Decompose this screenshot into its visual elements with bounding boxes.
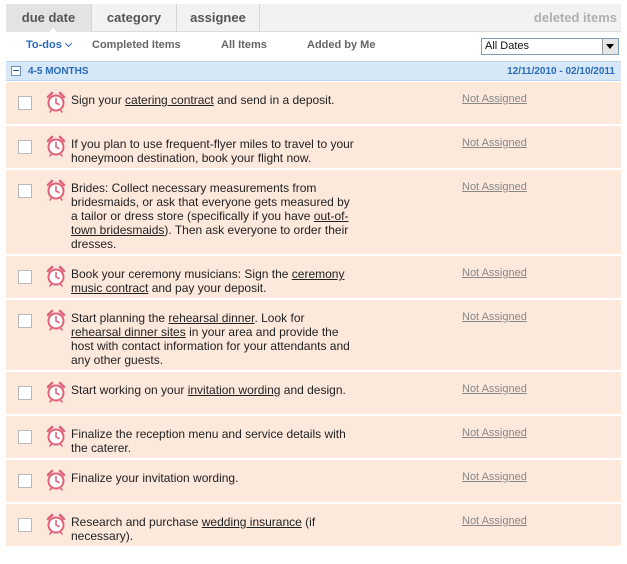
task-text: Finalize your invitation wording. xyxy=(71,471,356,485)
tab-category-label: category xyxy=(106,10,162,25)
alarm-clock-icon xyxy=(46,135,66,157)
tab-category[interactable]: category xyxy=(91,4,176,32)
assignee-link[interactable]: Not Assigned xyxy=(462,383,527,395)
task-text: Start planning the rehearsal dinner. Loo… xyxy=(71,311,356,367)
tab-assignee[interactable]: assignee xyxy=(176,4,260,32)
assignee-link[interactable]: Not Assigned xyxy=(462,427,527,439)
alarm-clock-icon xyxy=(46,381,66,403)
filter-todos[interactable]: To-dos xyxy=(26,39,72,51)
alarm-clock-icon xyxy=(46,469,66,491)
filter-added-by-me[interactable]: Added by Me xyxy=(307,39,375,51)
view-tabs-bar: due date category assignee deleted items xyxy=(6,4,621,33)
assignee-link[interactable]: Not Assigned xyxy=(462,515,527,527)
task-text-part: If you plan to use frequent-flyer miles … xyxy=(71,137,354,165)
dropdown-arrow-icon[interactable] xyxy=(602,39,618,54)
task-text: Book your ceremony musicians: Sign the c… xyxy=(71,267,356,295)
collapse-minus-icon[interactable] xyxy=(11,66,21,76)
assignee-link[interactable]: Not Assigned xyxy=(462,311,527,323)
filter-bar: To-dos Completed Items All Items Added b… xyxy=(6,33,621,60)
task-text-part: Brides: Collect necessary measurements f… xyxy=(71,181,350,223)
tab-due-date[interactable]: due date xyxy=(6,4,91,33)
task-checkbox[interactable] xyxy=(18,386,32,400)
task-text-part: Research and purchase xyxy=(71,515,202,529)
tab-due-date-label: due date xyxy=(21,10,76,25)
task-text-part: Start planning the xyxy=(71,311,169,325)
task-checkbox[interactable] xyxy=(18,270,32,284)
group-header: 4-5 MONTHS 12/11/2010 - 02/10/2011 xyxy=(6,61,621,81)
alarm-clock-icon xyxy=(46,179,66,201)
assignee-link[interactable]: Not Assigned xyxy=(462,267,527,279)
alarm-clock-icon xyxy=(46,265,66,287)
task-text: Finalize the reception menu and service … xyxy=(71,427,356,455)
task-text-part: . Look for xyxy=(254,311,305,325)
task-text-part: Start working on your xyxy=(71,383,188,397)
task-text-part: Book your ceremony musicians: Sign the xyxy=(71,267,292,281)
task-list: Sign your catering contract and send in … xyxy=(6,82,621,548)
task-checkbox[interactable] xyxy=(18,518,32,532)
task-text: Start working on your invitation wording… xyxy=(71,383,356,397)
task-link[interactable]: invitation wording xyxy=(188,383,281,397)
assignee-link[interactable]: Not Assigned xyxy=(462,93,527,105)
task-checkbox[interactable] xyxy=(18,474,32,488)
alarm-clock-icon xyxy=(46,513,66,535)
filter-todos-label: To-dos xyxy=(26,39,62,51)
alarm-clock-icon xyxy=(46,91,66,113)
task-row: Book your ceremony musicians: Sign the c… xyxy=(6,256,621,300)
date-filter-select[interactable]: All Dates xyxy=(481,38,619,55)
task-row: Finalize the reception menu and service … xyxy=(6,416,621,460)
task-link[interactable]: rehearsal dinner sites xyxy=(71,325,186,339)
chevron-down-icon xyxy=(64,39,72,48)
task-row: Finalize your invitation wording. Not As… xyxy=(6,460,621,504)
assignee-link[interactable]: Not Assigned xyxy=(462,181,527,193)
task-link[interactable]: wedding insurance xyxy=(202,515,302,529)
task-checkbox[interactable] xyxy=(18,184,32,198)
group-label: 4-5 MONTHS xyxy=(28,66,89,77)
task-checkbox[interactable] xyxy=(18,96,32,110)
task-link[interactable]: rehearsal dinner xyxy=(168,311,254,325)
assignee-link[interactable]: Not Assigned xyxy=(462,471,527,483)
task-text-part: Finalize your invitation wording. xyxy=(71,471,239,485)
alarm-clock-icon xyxy=(46,309,66,331)
task-row: Start working on your invitation wording… xyxy=(6,372,621,416)
task-row: Start planning the rehearsal dinner. Loo… xyxy=(6,300,621,372)
assignee-link[interactable]: Not Assigned xyxy=(462,137,527,149)
task-text: Sign your catering contract and send in … xyxy=(71,93,356,107)
group-date-range: 12/11/2010 - 02/10/2011 xyxy=(507,66,615,77)
task-checkbox[interactable] xyxy=(18,430,32,444)
filter-all-items[interactable]: All Items xyxy=(221,39,267,51)
task-text-part: and send in a deposit. xyxy=(213,93,335,107)
task-row: If you plan to use frequent-flyer miles … xyxy=(6,126,621,170)
task-row: Brides: Collect necessary measurements f… xyxy=(6,170,621,256)
task-row: Research and purchase wedding insurance … xyxy=(6,504,621,548)
task-checkbox[interactable] xyxy=(18,140,32,154)
task-text-part: and pay your deposit. xyxy=(148,281,267,295)
task-text: Brides: Collect necessary measurements f… xyxy=(71,181,356,251)
task-text-part: Sign your xyxy=(71,93,126,107)
task-text: Research and purchase wedding insurance … xyxy=(71,515,356,543)
tab-assignee-label: assignee xyxy=(190,10,246,25)
date-filter-value: All Dates xyxy=(485,40,530,52)
task-row: Sign your catering contract and send in … xyxy=(6,82,621,126)
deleted-items-link[interactable]: deleted items xyxy=(534,4,617,32)
task-checkbox[interactable] xyxy=(18,314,32,328)
alarm-clock-icon xyxy=(46,425,66,447)
task-text-part: Finalize the reception menu and service … xyxy=(71,427,346,455)
filter-completed-items[interactable]: Completed Items xyxy=(92,39,181,51)
task-link[interactable]: catering contract xyxy=(125,93,214,107)
task-text-part: and design. xyxy=(280,383,346,397)
task-text: If you plan to use frequent-flyer miles … xyxy=(71,137,356,165)
